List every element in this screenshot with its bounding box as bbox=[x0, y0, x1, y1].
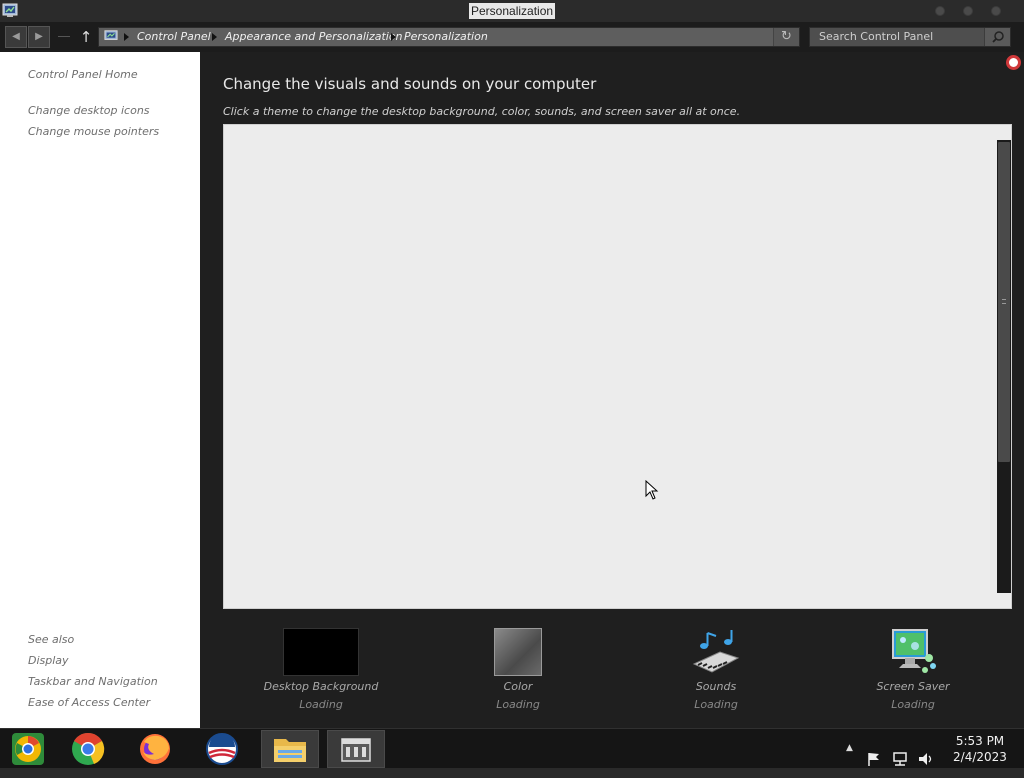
taskbar-chrome[interactable] bbox=[58, 730, 116, 768]
breadcrumb-appearance[interactable]: Appearance and Personalization bbox=[225, 28, 403, 46]
taskbar-navigation-link[interactable]: Taskbar and Navigation bbox=[28, 675, 158, 688]
scrollbar-grip-icon bbox=[1002, 299, 1006, 304]
color-label: Color bbox=[503, 680, 533, 693]
theme-list[interactable] bbox=[223, 124, 1012, 609]
control-panel-home-link[interactable]: Control Panel Home bbox=[28, 68, 138, 81]
desktop-background-status: Loading bbox=[299, 698, 343, 711]
taskbar-file-explorer[interactable] bbox=[261, 730, 319, 768]
refresh-icon[interactable]: ↻ bbox=[773, 28, 799, 46]
left-navigation-pane: Control Panel Home Change desktop icons … bbox=[0, 52, 200, 728]
breadcrumb-control-panel[interactable]: Control Panel bbox=[137, 28, 211, 46]
change-mouse-pointers-link[interactable]: Change mouse pointers bbox=[28, 125, 159, 138]
navigation-bar: ◀ ▶ ↑ Control Panel Appearance and Perso… bbox=[0, 22, 1024, 52]
search-icon bbox=[992, 31, 1004, 43]
page-title: Change the visuals and sounds on your co… bbox=[223, 75, 597, 93]
search-placeholder: Search Control Panel bbox=[819, 30, 934, 43]
maximize-button[interactable] bbox=[963, 6, 973, 16]
firefox-icon bbox=[140, 734, 170, 764]
desktop-background-thumbnail bbox=[283, 628, 359, 676]
sounds-label: Sounds bbox=[695, 680, 737, 693]
taskbar-obama-app[interactable] bbox=[193, 730, 251, 768]
control-panel-icon bbox=[104, 30, 118, 40]
desktop-background-setting[interactable]: Desktop Background Loading bbox=[246, 628, 396, 711]
network-icon[interactable] bbox=[892, 740, 910, 778]
main-content: Change the visuals and sounds on your co… bbox=[200, 52, 1024, 728]
back-button[interactable]: ◀ bbox=[5, 26, 27, 48]
sounds-status: Loading bbox=[694, 698, 738, 711]
window-title: Personalization bbox=[469, 3, 556, 19]
change-desktop-icons-link[interactable]: Change desktop icons bbox=[28, 104, 150, 117]
taskbar-control-panel[interactable] bbox=[327, 730, 385, 768]
ease-of-access-link[interactable]: Ease of Access Center bbox=[28, 696, 150, 709]
system-clock[interactable]: 5:53 PM 2/4/2023 bbox=[940, 733, 1020, 765]
help-icon[interactable] bbox=[1006, 55, 1021, 70]
search-button[interactable] bbox=[984, 28, 1010, 46]
search-input[interactable]: Search Control Panel bbox=[809, 27, 1011, 47]
breadcrumb-chevron-icon[interactable] bbox=[124, 33, 129, 41]
forward-button[interactable]: ▶ bbox=[28, 26, 50, 48]
screen-saver-label: Screen Saver bbox=[876, 680, 950, 693]
action-center-flag-icon[interactable] bbox=[866, 740, 882, 778]
file-explorer-icon bbox=[274, 739, 306, 762]
page-description: Click a theme to change the desktop back… bbox=[223, 105, 741, 118]
chrome-canary-icon bbox=[12, 733, 44, 765]
taskbar: ▲ 5:53 PM 2/4/2023 bbox=[0, 728, 1024, 768]
mouse-cursor-icon bbox=[645, 480, 659, 500]
title-bar: Personalization bbox=[0, 0, 1024, 22]
minimize-button[interactable] bbox=[935, 6, 945, 16]
color-status: Loading bbox=[496, 698, 540, 711]
close-button[interactable] bbox=[991, 6, 1001, 16]
color-setting[interactable]: Color Loading bbox=[443, 628, 593, 711]
taskbar-firefox[interactable] bbox=[126, 730, 184, 768]
sounds-setting[interactable]: Sounds Loading bbox=[641, 628, 791, 711]
screen-saver-status: Loading bbox=[891, 698, 935, 711]
recent-locations-divider bbox=[58, 36, 70, 37]
screen-saver-setting[interactable]: Screen Saver Loading bbox=[838, 628, 988, 711]
control-panel-icon bbox=[2, 3, 18, 17]
obama-logo-icon bbox=[206, 733, 238, 765]
breadcrumb-chevron-icon[interactable] bbox=[391, 33, 396, 41]
scrollbar-thumb[interactable] bbox=[998, 142, 1010, 462]
up-arrow-icon[interactable]: ↑ bbox=[78, 26, 94, 48]
color-swatch bbox=[494, 628, 542, 676]
clock-time: 5:53 PM bbox=[955, 734, 1005, 748]
taskbar-chrome-canary[interactable] bbox=[0, 730, 58, 768]
volume-icon[interactable] bbox=[917, 740, 935, 778]
breadcrumb-chevron-icon[interactable] bbox=[212, 33, 217, 41]
screen-saver-icon bbox=[892, 629, 936, 673]
chrome-icon bbox=[72, 732, 105, 765]
clock-date: 2/4/2023 bbox=[953, 750, 1007, 764]
address-bar[interactable]: Control Panel Appearance and Personaliza… bbox=[98, 27, 800, 47]
desktop-background-label: Desktop Background bbox=[263, 680, 379, 693]
display-link[interactable]: Display bbox=[28, 654, 69, 667]
sounds-icon bbox=[692, 630, 740, 673]
show-hidden-icons-chevron-icon[interactable]: ▲ bbox=[846, 729, 853, 767]
control-panel-icon bbox=[341, 738, 371, 762]
breadcrumb-personalization[interactable]: Personalization bbox=[404, 28, 488, 46]
see-also-heading: See also bbox=[28, 633, 75, 646]
theme-list-scrollbar[interactable] bbox=[997, 140, 1011, 593]
